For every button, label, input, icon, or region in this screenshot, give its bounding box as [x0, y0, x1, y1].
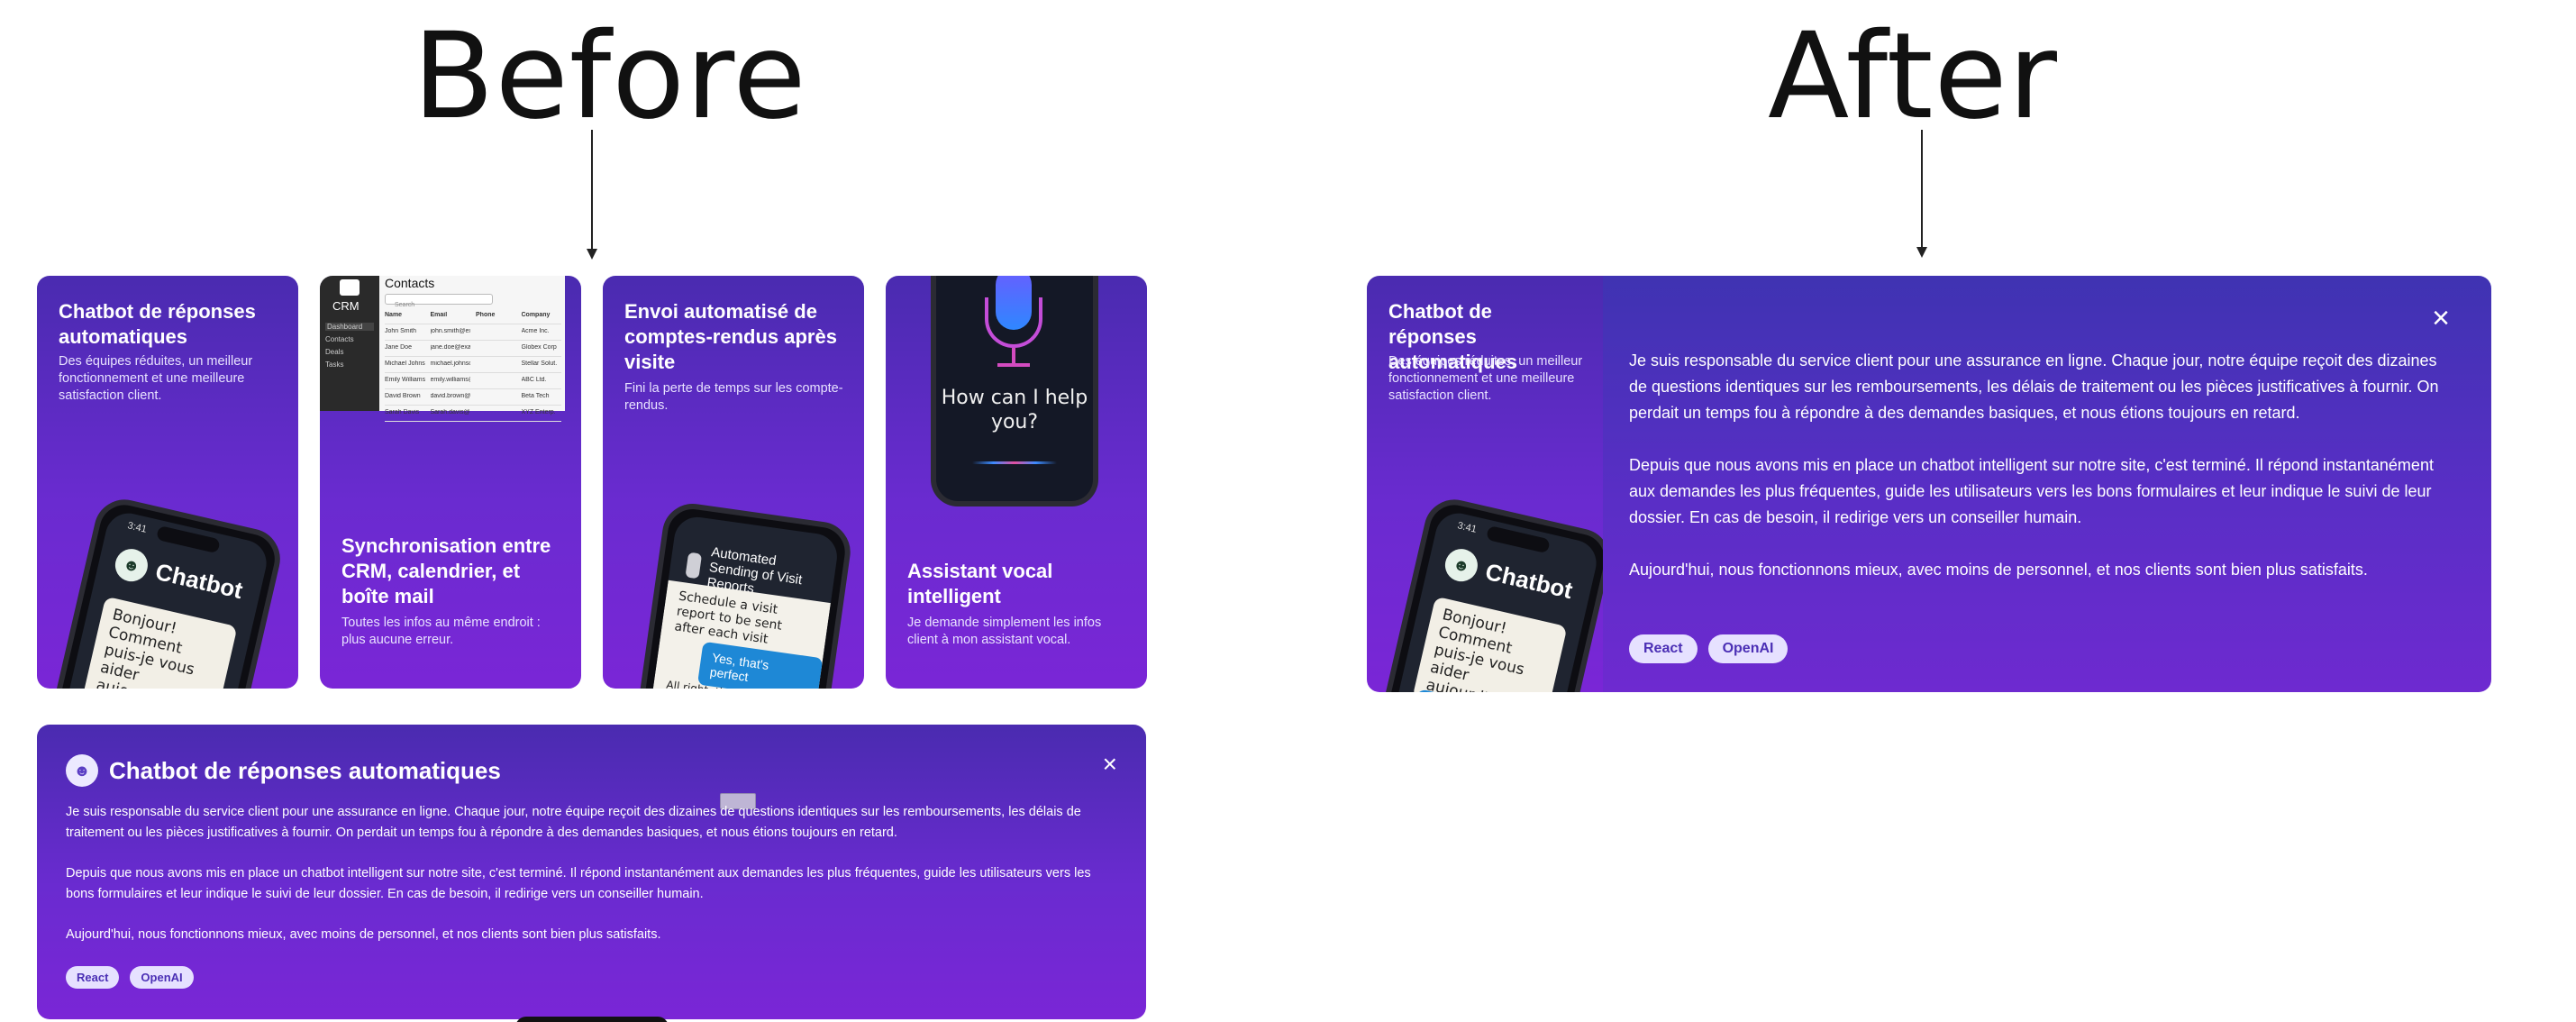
phone-time: 3:41	[126, 520, 148, 535]
panel-paragraph: Je suis responsable du service client po…	[66, 805, 1081, 840]
crm-label: CRM	[332, 299, 360, 313]
tag-react: React	[66, 966, 120, 989]
robot-icon: ☻	[1442, 545, 1481, 585]
card-description: Toutes les infos au même endroit : plus …	[341, 616, 541, 647]
close-button[interactable]: ×	[1103, 752, 1117, 777]
table-row: John Smithjohn.smith@example.comAcme Inc…	[385, 324, 561, 341]
chatbot-phone-mockup: 3:41 ☻ Chatbot Bonjour! Comment puis-je …	[49, 493, 287, 689]
after-arrow	[1921, 130, 1923, 247]
voice-prompt: How can I help you?	[941, 387, 1088, 433]
panel-paragraph: Depuis que nous avons mis en place un ch…	[1629, 456, 2434, 526]
crm-nav-item: Tasks	[325, 360, 344, 369]
robot-icon: ☻	[66, 754, 98, 787]
card-description: Je demande simplement les infos client à…	[907, 616, 1102, 647]
expanded-panel-before: ☻ Chatbot de réponses automatiques × Je …	[37, 725, 1146, 1019]
bot-name: Chatbot	[152, 557, 246, 604]
panel-paragraph: Aujourd'hui, nous fonctionnons mieux, av…	[1629, 561, 2368, 579]
phone-peek	[515, 1017, 669, 1022]
voice-phone-mockup: How can I help you?	[931, 276, 1098, 506]
card-title: Envoi automatisé de comptes-rendus après…	[624, 300, 837, 373]
tag-list: React OpenAI	[1629, 634, 1789, 663]
table-row: Emily Williamsemily.williams@example.com…	[385, 373, 561, 389]
tag-react: React	[1629, 634, 1698, 663]
panel-title: Chatbot de réponses automatiques	[109, 756, 501, 784]
chat-bubble: Bonjour! Comment puis-je vous aider aujo…	[82, 596, 238, 689]
panel-paragraph: Aujourd'hui, nous fonctionnons mieux, av…	[66, 927, 661, 942]
card-voice-assistant[interactable]: How can I help you? Assistant vocal inte…	[886, 276, 1147, 689]
table-row: Michael Johnsonmichael.johnson@example.c…	[385, 357, 561, 373]
crm-screenshot: CRM Dashboard Contacts Deals Tasks Conta…	[320, 276, 565, 422]
panel-body: Je suis responsable du service client po…	[66, 802, 1120, 965]
crm-title: Contacts	[385, 276, 435, 290]
card-chatbot[interactable]: Chatbot de réponses automatiques Des équ…	[37, 276, 298, 689]
card-visit-reports[interactable]: Envoi automatisé de comptes-rendus après…	[603, 276, 864, 689]
before-arrow-head	[587, 249, 597, 260]
crm-table-header: Name Email Phone Company	[385, 308, 561, 324]
card-chatbot-after[interactable]: Chatbot de réponses automatiques Des équ…	[1367, 276, 1616, 692]
table-row: David Browndavid.brown@example.comBeta T…	[385, 389, 561, 406]
report-phone-mockup: Automated Sending of Visit Reports Sched…	[633, 499, 855, 689]
panel-paragraph: Je suis responsable du service client po…	[1629, 351, 2439, 422]
crm-nav-item: Dashboard	[325, 323, 374, 331]
tag-openai: OpenAI	[130, 966, 194, 989]
bot-name: Chatbot	[1482, 557, 1576, 604]
crm-nav-item: Deals	[325, 348, 344, 356]
after-heading: After	[1768, 7, 2058, 146]
close-button[interactable]: ×	[2432, 303, 2450, 333]
card-crm-sync[interactable]: CRM Dashboard Contacts Deals Tasks Conta…	[320, 276, 581, 689]
card-title: Assistant vocal intelligent	[907, 560, 1053, 607]
document-icon	[685, 552, 703, 579]
tag-list: React OpenAI	[66, 966, 194, 989]
chat-bubble: Bonjour! Comment puis-je vous aider aujo…	[1412, 596, 1568, 692]
voice-wave	[972, 461, 1057, 464]
panel-body: Je suis responsable du service client po…	[1629, 348, 2440, 603]
robot-icon: ☻	[112, 545, 151, 585]
before-heading: Before	[413, 7, 807, 146]
detail-panel-after: × Je suis responsable du service client …	[1603, 276, 2491, 692]
table-row: Jane Doejane.doe@example.comGlobex Corp	[385, 341, 561, 357]
card-title: Chatbot de réponses automatiques	[59, 300, 256, 348]
expanded-card-after: Chatbot de réponses automatiques Des équ…	[1367, 276, 2491, 692]
after-arrow-head	[1916, 247, 1927, 258]
crm-logo-icon	[340, 279, 360, 296]
card-description: Fini la perte de temps sur les compte-re…	[624, 381, 843, 413]
before-arrow	[591, 130, 593, 249]
table-row: Sarah DavisSarah.davis@example.comXYZ En…	[385, 406, 561, 422]
chatbot-phone-mockup: 3:41 ☻ Chatbot Bonjour! Comment puis-je …	[1379, 493, 1616, 692]
crm-nav-item: Contacts	[325, 335, 354, 343]
report-message: Schedule a visit report to be sent after…	[673, 589, 783, 647]
card-title: Synchronisation entre CRM, calendrier, e…	[341, 534, 551, 607]
crm-search: Search	[385, 294, 493, 308]
card-description: Des équipes réduites, un meilleur foncti…	[1388, 354, 1583, 403]
panel-paragraph: Depuis que nous avons mis en place un ch…	[66, 866, 1091, 901]
tag-openai: OpenAI	[1707, 634, 1789, 663]
phone-time: 3:41	[1456, 520, 1478, 535]
card-description: Des équipes réduites, un meilleur foncti…	[59, 354, 253, 403]
